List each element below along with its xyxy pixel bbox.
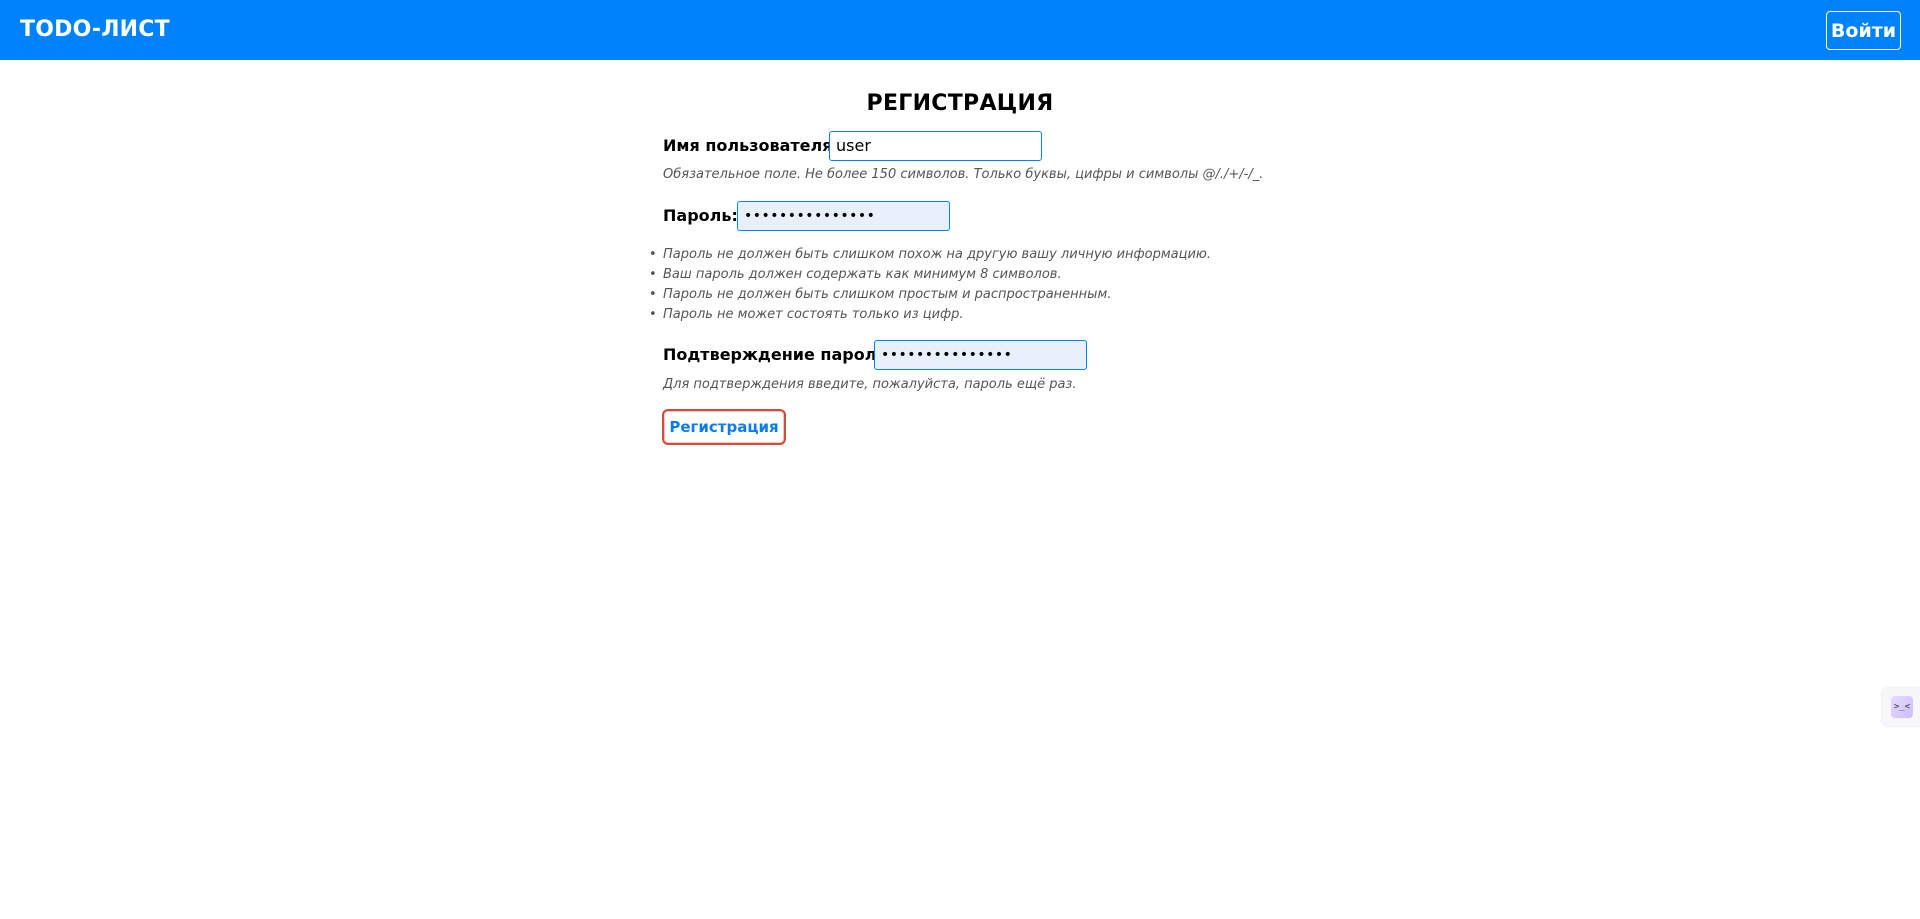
list-item: • Пароль не должен быть слишком простым и… [649,285,1211,305]
register-button[interactable]: Регистрация [662,409,786,445]
brand-logo[interactable]: TODO-ЛИСТ [20,16,170,44]
login-button[interactable]: Войти [1826,11,1901,50]
bullet-icon: • [649,287,657,302]
password-hint: Ваш пароль должен содержать как минимум … [663,267,1062,282]
list-item: • Пароль не может состоять только из цифр… [649,305,1211,325]
password-hint: Пароль не должен быть слишком простым и … [663,287,1112,302]
password-hint: Пароль не может состоять только из цифр. [663,307,964,322]
password-confirm-label: Подтверждение пароля: [663,345,894,364]
side-widget[interactable]: >_< [1882,688,1920,726]
password-label: Пароль: [663,206,738,225]
username-label: Имя пользователя: [663,136,839,155]
navbar: TODO-ЛИСТ Войти [0,0,1920,60]
page-title: РЕГИСТРАЦИЯ [866,91,1054,116]
list-item: • Ваш пароль должен содержать как минимум… [649,265,1211,285]
password-hints-list: • Пароль не должен быть слишком похож на … [649,245,1212,325]
keyboard-shortcut-icon[interactable]: >_< [1891,696,1913,718]
username-help-text: Обязательное поле. Не более 150 символов… [663,167,1264,182]
password-input[interactable]: ••••••••••••••• [737,201,950,231]
password-confirm-help-text: Для подтверждения введите, пожалуйста, п… [663,377,1077,392]
bullet-icon: • [649,247,657,262]
bullet-icon: • [649,307,657,322]
password-confirm-input[interactable]: ••••••••••••••• [874,340,1087,370]
bullet-icon: • [649,267,657,282]
password-hint: Пароль не должен быть слишком похож на д… [663,247,1212,262]
list-item: • Пароль не должен быть слишком похож на … [649,245,1212,265]
username-input[interactable]: user [829,131,1042,161]
